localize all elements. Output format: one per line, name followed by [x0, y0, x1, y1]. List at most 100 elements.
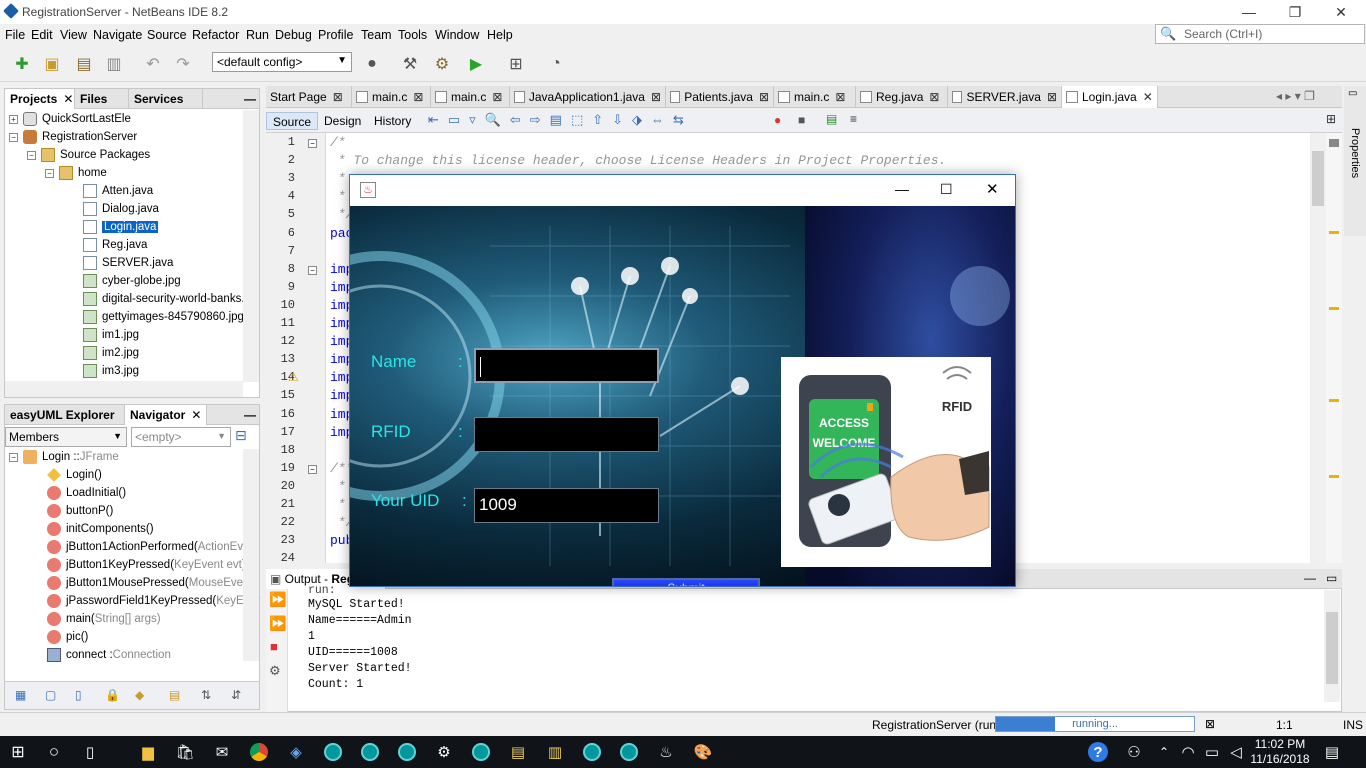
volume-icon[interactable]: ◁ — [1224, 740, 1248, 764]
minimize-panel-icon[interactable]: ▭ — [1348, 88, 1357, 99]
menu-tools[interactable]: Tools — [398, 28, 427, 42]
notifications-icon[interactable]: ▤ — [1320, 740, 1344, 764]
tree-item[interactable]: digital-security-world-banks.j — [83, 290, 247, 308]
nav-member[interactable]: jButton1KeyPressed(KeyEvent evt) — [47, 556, 246, 574]
tree-item[interactable]: − home — [45, 164, 107, 182]
minimize-panel-icon[interactable]: — — [239, 405, 261, 425]
tab-projects[interactable]: Projects ✕ — [5, 89, 75, 109]
menu-window[interactable]: Window — [435, 28, 479, 42]
scrollbar-thumb[interactable] — [1326, 612, 1338, 684]
arduino-icon[interactable] — [321, 740, 345, 764]
run-project-icon[interactable]: ▶ — [464, 52, 488, 76]
menu-help[interactable]: Help — [487, 28, 513, 42]
wifi-icon[interactable]: ◠ — [1176, 740, 1200, 764]
nav-member[interactable]: buttonP() — [47, 502, 113, 520]
scrollbar-thumb[interactable] — [1312, 151, 1324, 206]
tab-files[interactable]: Files — [75, 89, 129, 109]
nav-member[interactable]: connect : Connection — [47, 646, 171, 664]
cancel-task-icon[interactable]: ⊠ — [1205, 717, 1215, 731]
vertical-scrollbar[interactable] — [243, 110, 259, 382]
tab-login[interactable]: Login.java ✕ — [1062, 86, 1158, 108]
tree-item[interactable]: − RegistrationServer — [9, 128, 137, 146]
menu-debug[interactable]: Debug — [275, 28, 312, 42]
close-button[interactable]: ✕ — [1318, 0, 1364, 24]
dialog-minimize-button[interactable]: — — [895, 181, 909, 197]
filter-static-icon[interactable]: ▢ — [45, 688, 56, 702]
nav-member[interactable]: Login() — [47, 466, 102, 484]
sort-source-icon[interactable]: ⇵ — [231, 688, 241, 702]
vertical-scrollbar[interactable] — [243, 449, 259, 661]
menu-team[interactable]: Team — [361, 28, 392, 42]
rfid-input[interactable] — [474, 417, 659, 452]
tree-item[interactable]: im2.jpg — [83, 344, 139, 362]
tree-item[interactable]: gettyimages-845790860.jpg — [83, 308, 244, 326]
help-icon[interactable]: ? — [1086, 740, 1110, 764]
editor-vertical-scrollbar[interactable] — [1310, 133, 1326, 563]
progress-bar[interactable]: running... — [995, 716, 1195, 732]
globe-icon[interactable]: ● — [360, 52, 384, 76]
fold-toggle-icon[interactable]: − — [308, 139, 317, 148]
nav-member[interactable]: LoadInitial() — [47, 484, 126, 502]
output-vertical-scrollbar[interactable] — [1324, 590, 1340, 702]
cortana-icon[interactable]: ○ — [42, 740, 66, 764]
sort-icon[interactable]: ▤ — [169, 688, 180, 702]
tab-history[interactable]: History — [368, 112, 417, 130]
menu-edit[interactable]: Edit — [31, 28, 53, 42]
name-input[interactable] — [474, 348, 659, 383]
taskbar-clock[interactable]: 11:02 PM 11/16/2018 — [1250, 737, 1310, 767]
new-file-icon[interactable]: ✚ — [10, 52, 34, 76]
mail-icon[interactable]: ✉ — [210, 740, 234, 764]
minimize-panel-icon[interactable]: — — [239, 89, 261, 109]
settings-gear-icon[interactable]: ⚙ — [432, 740, 456, 764]
dialog-maximize-button[interactable]: ☐ — [940, 181, 953, 198]
tab-easyuml-explorer[interactable]: easyUML Explorer — [5, 405, 125, 425]
file-explorer-icon[interactable]: ▆ — [136, 740, 160, 764]
nav-member[interactable]: main(String[] args) — [47, 610, 161, 628]
tab-main-c[interactable]: main.c ⊠ — [352, 86, 431, 108]
dialog-close-button[interactable]: ✕ — [986, 180, 999, 198]
tab-main-c[interactable]: main.c ⊠ — [431, 86, 510, 108]
arduino-icon[interactable] — [617, 740, 641, 764]
people-icon[interactable]: ⚇ — [1122, 740, 1146, 764]
filter-fields-icon[interactable]: ▦ — [15, 688, 26, 702]
redo-icon[interactable]: ↷ — [171, 52, 195, 76]
fold-toggle-icon[interactable]: − — [308, 464, 317, 474]
menu-profile[interactable]: Profile — [318, 28, 353, 42]
tree-item[interactable]: Atten.java — [83, 182, 153, 200]
uncomment-icon[interactable]: ≡ — [850, 112, 857, 126]
rerun-with-params-icon[interactable]: ⏩ — [269, 615, 286, 632]
task-view-icon[interactable]: ▯ — [78, 740, 102, 764]
stop-macro-icon[interactable]: ■ — [798, 113, 805, 127]
nav-root[interactable]: − Login :: JFrame — [9, 448, 119, 466]
menu-source[interactable]: Source — [147, 28, 187, 42]
profile-project-icon[interactable]: ◔ — [544, 52, 568, 76]
close-icon[interactable]: ✕ — [63, 92, 73, 106]
submit-button[interactable]: Submit — [612, 578, 760, 586]
tree-item[interactable]: + QuickSortLastEle — [9, 110, 131, 128]
debug-project-icon[interactable]: ⊞ — [504, 52, 528, 76]
warning-icon[interactable]: ⚠ — [288, 370, 299, 384]
settings-icon[interactable]: ⚙ — [269, 663, 281, 679]
undo-icon[interactable]: ↶ — [141, 52, 165, 76]
record-macro-icon[interactable]: ● — [774, 113, 781, 127]
menu-file[interactable]: File — [5, 28, 25, 42]
filter-nonpublic-icon[interactable]: ▯ — [75, 688, 82, 702]
tab-start-page[interactable]: Start Page ⊠ — [266, 86, 352, 108]
save-all-icon[interactable]: ▥ — [102, 52, 126, 76]
arduino-icon[interactable] — [580, 740, 604, 764]
empty-select[interactable]: <empty> ▼ — [131, 427, 231, 447]
filter-inherited-icon[interactable]: ◆ — [135, 688, 144, 702]
properties-sidebar[interactable]: ▭ Properties — [1344, 86, 1366, 236]
notepad-icon[interactable]: ▤ — [506, 740, 530, 764]
chevron-up-icon[interactable]: ⌃ — [1152, 740, 1176, 764]
restore-button[interactable]: ❐ — [1272, 0, 1318, 24]
menu-view[interactable]: View — [60, 28, 87, 42]
menu-navigate[interactable]: Navigate — [93, 28, 142, 42]
tree-item[interactable]: Reg.java — [83, 236, 147, 254]
stop-icon[interactable]: ■ — [270, 639, 278, 654]
filter-icon[interactable]: ⊟ — [235, 427, 247, 444]
menu-refactor[interactable]: Refactor — [192, 28, 239, 42]
close-icon[interactable]: ✕ — [191, 408, 201, 422]
tab-patients[interactable]: Patients.java ⊠ — [666, 86, 774, 108]
sort-name-icon[interactable]: ⇅ — [201, 688, 211, 702]
